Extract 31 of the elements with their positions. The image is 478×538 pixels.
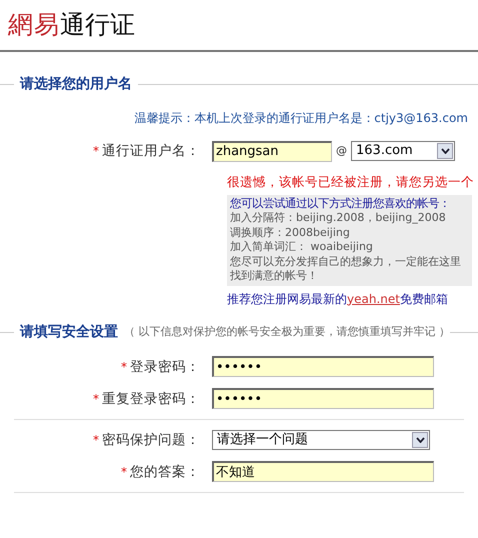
field-label: 您的答案：	[130, 464, 200, 480]
at-sign: @	[336, 142, 347, 159]
hint-text: 温馨提示：本机上次登录的通行证用户名是：ctjy3@163.com	[133, 110, 469, 127]
suggestion-text: 调换顺序：2008beijing	[230, 226, 351, 240]
recommend-text: 推荐您注册网易最新的yeah.net免费邮箱	[227, 290, 448, 308]
input-field[interactable]: 不知道	[212, 461, 434, 482]
required-marker: *	[93, 432, 99, 447]
select-field[interactable]: 163.com	[351, 141, 455, 161]
required-marker: *	[121, 360, 127, 374]
error-message: 很遗憾，该帐号已经被注册，请您另选一个	[227, 173, 475, 191]
field-label: 重复登录密码：	[102, 390, 200, 407]
required-marker: *	[93, 392, 99, 406]
product-title: 通行证	[60, 9, 135, 42]
suggestion-text: 加入简单词汇： woaibeijing	[230, 240, 374, 255]
yeah-net-link[interactable]: yeah.net	[347, 292, 400, 306]
section-title: 请选择您的用户名	[18, 74, 133, 94]
brand-logo: 網易	[8, 9, 60, 42]
username-field[interactable]: zhangsan	[212, 140, 332, 162]
suggestion-heading: 您可以尝试通过以下方式注册您喜欢的帐号：	[230, 196, 451, 212]
field-label: 密码保护问题：	[102, 432, 200, 448]
input-field[interactable]: ••••••	[212, 388, 434, 410]
suggestion-text: 您尽可以充分发挥自己的想象力，一定能在这里找到满意的帐号！	[230, 254, 462, 284]
select-field[interactable]: 请选择一个问题	[212, 430, 430, 450]
section-note: （ 以下信息对保护您的帐号安全极为重要，请您慎重填写并牢记 ）	[124, 324, 450, 340]
required-marker: *	[93, 144, 99, 158]
input-field[interactable]: ••••••	[212, 356, 434, 378]
field-label: 通行证用户名：	[102, 142, 200, 159]
required-marker: *	[121, 464, 127, 479]
field-label: 登录密码：	[130, 358, 200, 375]
section-title: 请填写安全设置	[18, 322, 119, 342]
suggestion-text: 加入分隔符：beijing.2008，beijing_2008	[230, 211, 447, 226]
